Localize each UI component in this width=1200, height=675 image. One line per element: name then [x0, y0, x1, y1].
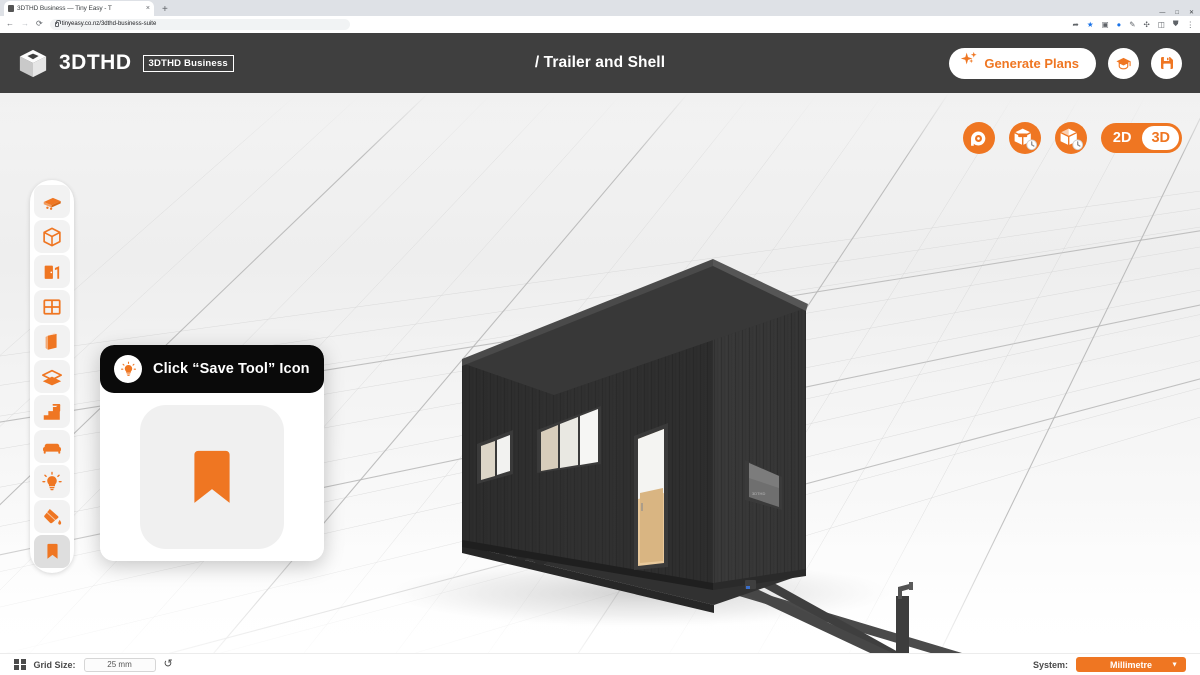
maximize-icon[interactable]: □ — [1175, 10, 1179, 16]
system-label: System: — [1032, 659, 1068, 670]
brand-name: 3DTHD — [59, 51, 132, 74]
lightbulb-glyph — [120, 361, 136, 376]
url-text: tinyeasy.co.nz/3dthd-business-suite — [61, 21, 157, 27]
brand[interactable]: 3DTHD 3DTHD Business — [18, 48, 234, 78]
wall-panel-icon — [45, 332, 57, 350]
window-controls: — □ ✕ — [1159, 9, 1200, 17]
floor-layers-icon — [42, 369, 62, 385]
unit-system-select[interactable]: Millimetre ▼ — [1076, 657, 1186, 672]
save-button[interactable] — [1151, 47, 1182, 79]
window-close-icon[interactable]: ✕ — [1189, 9, 1194, 16]
close-icon[interactable]: × — [146, 5, 150, 12]
reset-grid-button[interactable]: ↺ — [164, 659, 173, 670]
share-icon[interactable]: ➦ — [1073, 20, 1079, 29]
section-box-icon — [1014, 128, 1038, 150]
grid-icon — [14, 658, 26, 671]
window-tool[interactable] — [34, 290, 70, 323]
view-controls: 2D 3D — [962, 122, 1182, 154]
bookmark-icon — [46, 543, 58, 559]
unit-system-value: Millimetre — [1109, 659, 1152, 670]
trailer-tool[interactable] — [34, 185, 70, 218]
viewport-3d[interactable]: 3DTHD 2D 3D Click “Save Tool” Icon — [0, 93, 1200, 653]
lightbulb-icon — [114, 355, 142, 383]
browser-tabstrip: 3DTHD Business — Tiny Easy - T × + — □ ✕ — [0, 0, 1200, 16]
stairs-icon — [43, 403, 61, 420]
lock-icon — [54, 20, 61, 27]
wall-tool[interactable] — [34, 325, 70, 358]
extensions-icon[interactable]: ✣ — [1143, 20, 1149, 29]
door-tool[interactable] — [34, 255, 70, 288]
omnibar-icons: ➦ ★ ▣ ● ✎ ✣ ◫ ⛊ ⋮ — [1073, 19, 1194, 29]
sparkle-icon — [961, 51, 978, 65]
view-mode-toggle[interactable]: 2D 3D — [1100, 123, 1182, 153]
svg-text:3DTHD: 3DTHD — [752, 491, 765, 496]
tab-title: 3DTHD Business — Tiny Easy - T — [17, 5, 112, 12]
tooltip-body — [100, 393, 324, 561]
grid-size-label: Grid Size: — [33, 659, 76, 670]
tooltip-icon-preview — [140, 405, 284, 549]
measure-tool-button[interactable] — [962, 122, 995, 154]
pencil-icon[interactable]: ✎ — [1129, 20, 1135, 29]
back-icon[interactable]: ← — [6, 20, 14, 28]
lightbulb-icon — [42, 471, 62, 490]
toggle-option-2d[interactable]: 2D — [1104, 126, 1141, 150]
tape-measure-icon — [971, 131, 986, 146]
section-view-button[interactable] — [1008, 122, 1041, 154]
camera-icon[interactable]: ▣ — [1102, 20, 1109, 29]
app-header: 3DTHD 3DTHD Business / Trailer and Shell… — [0, 33, 1200, 93]
generate-plans-button[interactable]: Generate Plans — [949, 47, 1096, 79]
history-view-button[interactable] — [1054, 122, 1087, 154]
window-icon — [43, 298, 61, 315]
sofa-icon — [43, 443, 61, 454]
history-box-icon — [1060, 128, 1084, 150]
shell-cube-icon — [43, 227, 61, 246]
tooltip-heading: Click “Save Tool” Icon — [153, 361, 310, 377]
bookmark-star-icon[interactable]: ★ — [1087, 20, 1094, 29]
reload-icon[interactable]: ⟳ — [36, 20, 43, 28]
tutorial-tooltip-card: Click “Save Tool” Icon — [100, 345, 324, 561]
sync-circle-icon[interactable]: ● — [1117, 20, 1122, 29]
browser-tab[interactable]: 3DTHD Business — Tiny Easy - T × — [4, 1, 154, 16]
new-tab-button[interactable]: + — [162, 5, 168, 16]
page-favicon — [8, 5, 14, 12]
stairs-tool[interactable] — [34, 395, 70, 428]
generate-plans-label: Generate Plans — [984, 55, 1079, 71]
menu-icon[interactable]: ⋮ — [1187, 20, 1195, 29]
profile-icon[interactable]: ⛊ — [1173, 19, 1179, 29]
paint-tool[interactable] — [34, 500, 70, 533]
tooltip-header: Click “Save Tool” Icon — [100, 345, 324, 393]
pointer-arrow-icon — [62, 649, 110, 653]
browser-omnibar: ← → ⟳ tinyeasy.co.nz/3dthd-business-suit… — [0, 16, 1200, 32]
header-actions: Generate Plans — [949, 47, 1182, 79]
sidepanel-icon[interactable]: ◫ — [1158, 20, 1165, 29]
units-group: System: Millimetre ▼ — [1033, 657, 1186, 672]
lighting-tool[interactable] — [34, 465, 70, 498]
bookmark-icon — [194, 450, 230, 503]
cube-logo-icon — [19, 49, 47, 78]
browser-chrome: 3DTHD Business — Tiny Easy - T × + — □ ✕… — [0, 0, 1200, 32]
save-disk-icon — [1160, 57, 1173, 69]
door-icon — [44, 265, 60, 279]
forward-icon[interactable]: → — [21, 20, 29, 28]
tutorials-button[interactable] — [1108, 47, 1139, 79]
toggle-option-3d[interactable]: 3D — [1142, 126, 1179, 150]
left-toolbar — [30, 180, 74, 573]
grid-size-input[interactable] — [83, 657, 156, 672]
save-tool[interactable] — [34, 535, 70, 568]
minimize-icon[interactable]: — — [1159, 10, 1165, 16]
graduation-cap-icon — [1116, 57, 1131, 69]
trailer-icon — [43, 197, 61, 210]
furniture-tool[interactable] — [34, 430, 70, 463]
address-bar[interactable]: tinyeasy.co.nz/3dthd-business-suite — [49, 18, 350, 30]
chevron-down-icon: ▼ — [1171, 661, 1178, 668]
status-bar: Grid Size: ↺ System: Millimetre ▼ — [0, 653, 1200, 675]
shell-tool[interactable] — [34, 220, 70, 253]
paint-bucket-icon — [44, 508, 62, 525]
brand-badge: 3DTHD Business — [142, 54, 234, 72]
floor-tool[interactable] — [34, 360, 70, 393]
